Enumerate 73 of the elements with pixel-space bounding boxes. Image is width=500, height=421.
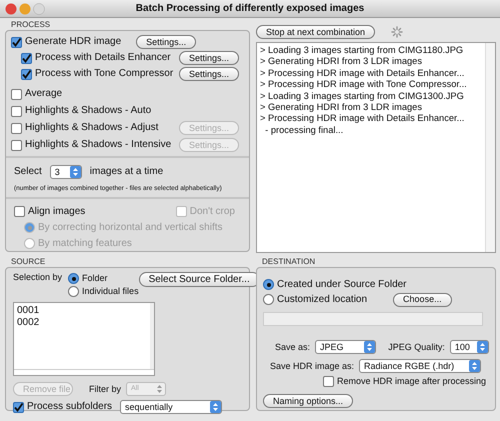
selection-label: Selection by — [13, 272, 62, 284]
option-label: Process subfolders — [27, 401, 112, 413]
checkbox[interactable] — [21, 68, 32, 80]
naming-options-button[interactable]: Naming options... — [263, 394, 354, 408]
settings-button[interactable]: Settings... — [178, 67, 239, 81]
option-label: Folder — [82, 273, 108, 284]
option-label: Don't crop — [190, 206, 235, 218]
option-label: Average — [25, 88, 62, 100]
window-title: Batch Processing of differently exposed images — [136, 2, 364, 14]
log-line: > Generating HDRI from 3 LDR images — [260, 56, 423, 68]
option-label: Process with Tone Compressor — [35, 68, 174, 80]
scrollbar[interactable] — [485, 43, 495, 252]
file-item[interactable]: 0002 — [17, 317, 147, 329]
stepper-arrows-icon[interactable] — [364, 341, 376, 353]
checkbox[interactable] — [11, 106, 22, 116]
radio-button[interactable] — [68, 273, 80, 284]
stepper-arrows-icon[interactable] — [476, 341, 488, 353]
log-line: > Processing HDR image with Details Enhancer... — [260, 68, 466, 80]
log-line: > Generating HDRI from 3 LDR images — [260, 102, 423, 114]
option-label: Individual files — [82, 286, 139, 297]
checkbox[interactable] — [14, 206, 25, 218]
log-line: - processing final... — [264, 124, 344, 136]
settings-button[interactable]: Settings... — [136, 35, 196, 49]
stop-button[interactable]: Stop at next combination — [256, 25, 376, 39]
radio-button[interactable] — [68, 286, 80, 297]
option-label: Highlights & Shadows - Auto — [25, 105, 152, 117]
file-list[interactable]: 0001 0002 — [13, 302, 155, 376]
option-label: Highlights & Shadows - Intensive — [25, 139, 172, 151]
checkbox[interactable] — [13, 402, 24, 412]
dropdown[interactable]: 100 — [450, 340, 489, 354]
settings-button[interactable]: Settings... — [178, 51, 239, 65]
select-label: Select — [14, 166, 42, 178]
option-label: Remove HDR image after processing — [337, 376, 486, 386]
checkbox[interactable] — [11, 88, 22, 100]
checkbox[interactable] — [11, 36, 22, 48]
dropdown[interactable]: JPEG — [315, 340, 376, 354]
choose-button[interactable]: Choose... — [393, 292, 452, 306]
log-line: > Loading 3 images starting from CIMG1300.JPG — [260, 90, 465, 102]
log-line: > Processing HDR image with Tone Compressor... — [260, 79, 468, 91]
option-label: Align images — [28, 206, 86, 218]
field-label: Save HDR image as: — [270, 360, 354, 372]
checkbox[interactable] — [11, 122, 22, 134]
log-line: > Processing HDR image with Details Enhancer... — [260, 113, 466, 125]
log-line: > Loading 3 images starting from CIMG1180.JPG — [260, 45, 464, 56]
checkbox[interactable] — [11, 140, 22, 150]
checkbox[interactable] — [21, 52, 32, 64]
stepper-arrows-icon[interactable] — [70, 166, 81, 178]
dropdown[interactable]: sequentially — [120, 400, 222, 414]
section-title: PROCESS — [10, 20, 52, 30]
option-label: Generate HDR image — [25, 36, 122, 48]
window-controls-icon[interactable] — [5, 3, 45, 15]
dropdown[interactable]: Radiance RGBE (.hdr) — [359, 359, 482, 373]
stepper-arrows-icon[interactable] — [210, 401, 222, 413]
section-title: DESTINATION — [261, 257, 316, 267]
section-title: SOURCE — [10, 257, 46, 267]
radio-button[interactable] — [263, 279, 274, 290]
option-label: By matching features — [38, 238, 132, 250]
number-stepper[interactable]: 3 — [50, 165, 82, 179]
radio-button[interactable] — [263, 294, 274, 305]
stepper-arrows-icon[interactable] — [469, 360, 480, 372]
select-suffix: images at a time — [90, 166, 164, 178]
spinner-icon — [391, 26, 404, 38]
checkbox[interactable] — [323, 376, 334, 386]
option-label: By correcting horizontal and vertical shifts — [38, 222, 223, 234]
option-label: Highlights & Shadows - Adjust — [25, 122, 158, 134]
filter-label: Filter by — [89, 384, 122, 394]
option-label: Customized location — [277, 294, 368, 306]
path-field[interactable] — [263, 312, 483, 326]
option-label: Process with Details Enhancer — [35, 52, 171, 64]
field-label: Save as: — [275, 342, 310, 352]
file-item[interactable]: 0001 — [17, 305, 147, 317]
field-label: JPEG Quality: — [388, 342, 445, 352]
option-label: Created under Source Folder — [277, 278, 407, 290]
